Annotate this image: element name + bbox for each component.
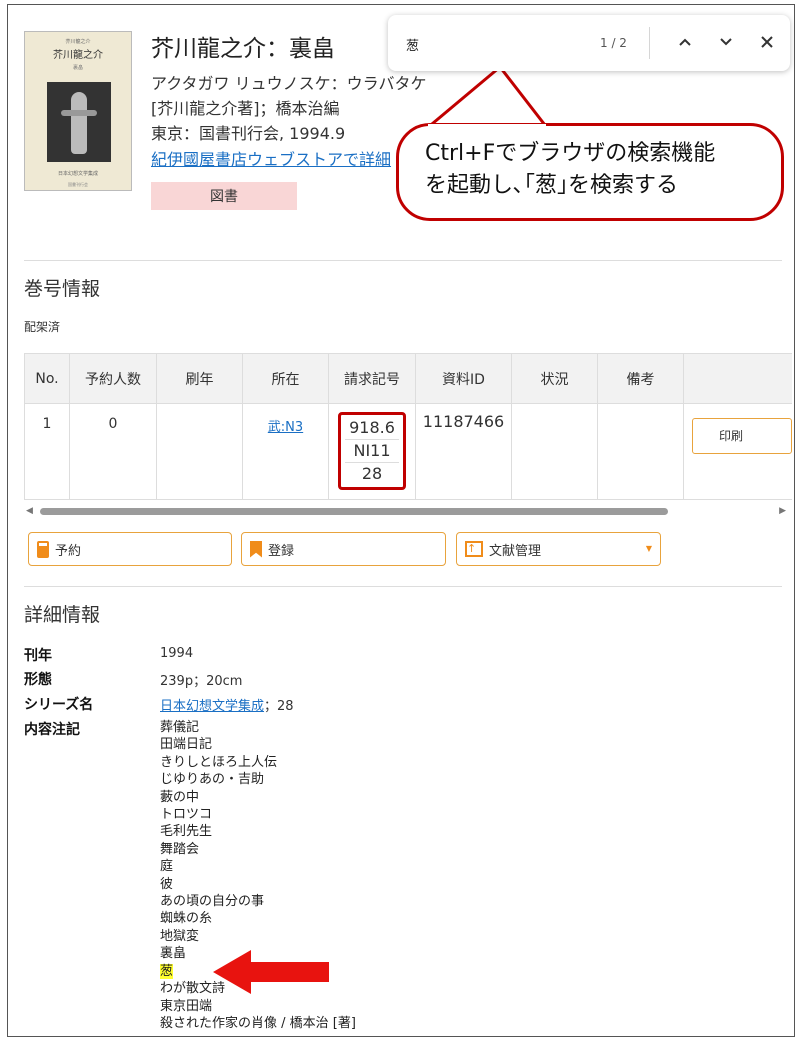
holdings-section-title: 巻号情報 xyxy=(24,278,101,300)
divider xyxy=(24,586,782,587)
details-section-title: 詳細情報 xyxy=(24,604,101,626)
find-next-button[interactable] xyxy=(713,29,739,55)
contents-item: きりしとほろ上人伝 xyxy=(160,754,278,770)
table-row: 1 0 武:N3 918.6 NI11 28 11187466 印刷 xyxy=(24,403,792,500)
print-button[interactable]: 印刷 xyxy=(692,418,792,454)
col-header-actions xyxy=(683,353,792,404)
series-link[interactable]: 日本幻想文学集成 xyxy=(160,699,264,714)
cell-print-year xyxy=(156,403,243,500)
chevron-up-icon xyxy=(679,38,691,46)
call-number-volume: 28 xyxy=(361,464,383,483)
cell-actions: 印刷 xyxy=(683,403,792,500)
chevron-down-icon xyxy=(720,38,732,46)
col-header-location: 所在 xyxy=(242,353,329,404)
pub-year-value: 1994 xyxy=(160,646,194,661)
scrollbar-thumb[interactable] xyxy=(40,508,668,515)
pub-year-label: 刊年 xyxy=(24,648,52,664)
contents-item: 田端日記 xyxy=(160,737,213,753)
contents-item: 彼 xyxy=(160,876,174,892)
col-header-call-number: 請求記号 xyxy=(328,353,416,404)
bookmark-icon xyxy=(250,540,262,558)
contents-item: 毛利先生 xyxy=(160,824,213,840)
contents-item: 殺された作家の肖像 / 橋本治 [著] xyxy=(160,1015,356,1031)
call-number-class: 918.6 xyxy=(345,417,399,440)
call-number-author: NI11 xyxy=(345,440,399,463)
contents-item: 東京田端 xyxy=(160,998,213,1014)
find-previous-button[interactable] xyxy=(672,29,698,55)
cell-notes xyxy=(597,403,684,500)
series-value: 日本幻想文学集成；28 xyxy=(160,695,294,714)
format-value: 239p；20cm xyxy=(160,674,243,689)
reserve-label: 予約 xyxy=(55,543,82,559)
contents-item: 蜘蛛の糸 xyxy=(160,911,213,927)
search-match-highlight: 葱 xyxy=(160,963,174,979)
contents-item: じゆりあの・吉助 xyxy=(160,772,265,788)
contents-item: 葬儀記 xyxy=(160,720,200,735)
series-label: シリーズ名 xyxy=(24,697,94,713)
register-label: 登録 xyxy=(268,543,295,559)
col-header-no: No. xyxy=(24,353,70,404)
contents-label: 内容注記 xyxy=(24,722,80,738)
cell-material-id: 11187466 xyxy=(415,403,512,500)
upload-icon: ↑ xyxy=(465,541,483,557)
cell-no: 1 xyxy=(24,403,70,500)
location-link[interactable]: 武:N3 xyxy=(268,420,303,435)
contents-item: 地獄変 xyxy=(160,928,200,944)
col-header-reservations: 予約人数 xyxy=(69,353,157,404)
contents-item: あの頃の自分の事 xyxy=(160,894,265,910)
format-label: 形態 xyxy=(24,672,52,688)
scroll-right-icon[interactable]: ▶ xyxy=(779,506,786,516)
call-number-highlight: 918.6 NI11 28 xyxy=(338,412,406,490)
divider xyxy=(24,260,782,261)
horizontal-scrollbar[interactable]: ◀ ▶ xyxy=(24,505,788,517)
cell-location: 武:N3 xyxy=(242,403,329,500)
cell-call-number: 918.6 NI11 28 xyxy=(328,403,416,500)
contents-item: 藪の中 xyxy=(160,789,200,805)
contents-item: トロツコ xyxy=(160,807,213,823)
scroll-left-icon[interactable]: ◀ xyxy=(26,506,33,516)
col-header-notes: 備考 xyxy=(597,353,684,404)
col-header-print-year: 刷年 xyxy=(156,353,243,404)
find-query-input[interactable]: 葱 xyxy=(406,35,419,54)
close-icon xyxy=(761,36,773,48)
col-header-status: 状況 xyxy=(511,353,598,404)
col-header-material-id: 資料ID xyxy=(415,353,512,404)
red-arrow-annotation xyxy=(213,950,329,994)
contents-item: 庭 xyxy=(160,859,174,875)
reserve-button[interactable]: 予約 xyxy=(28,532,232,566)
find-match-count: 1 / 2 xyxy=(600,36,627,50)
reference-label: 文献管理 xyxy=(489,543,542,559)
holdings-table: No. 予約人数 刷年 所在 請求記号 資料ID 状況 備考 1 0 武:N3 … xyxy=(24,353,792,500)
contents-item: 舞踏会 xyxy=(160,841,200,857)
find-close-button[interactable] xyxy=(754,29,780,55)
holdings-status-label: 配架済 xyxy=(24,320,61,334)
table-header-row: No. 予約人数 刷年 所在 請求記号 資料ID 状況 備考 xyxy=(24,353,792,404)
reference-management-dropdown[interactable]: ↑ 文献管理 ▼ xyxy=(456,532,661,566)
find-separator xyxy=(649,27,650,59)
cell-reservations: 0 xyxy=(69,403,157,500)
caret-down-icon: ▼ xyxy=(645,544,652,553)
browser-find-bar: 葱 1 / 2 xyxy=(388,15,790,71)
book-icon xyxy=(37,540,49,558)
browser-viewport: 芥川龍之介 芥川龍之介 裏畠 日本幻想文学集成 国書刊行会 芥川龍之介：裏畠 ア… xyxy=(7,4,795,1037)
series-suffix: ；28 xyxy=(264,699,294,714)
register-button[interactable]: 登録 xyxy=(241,532,446,566)
cell-status xyxy=(511,403,598,500)
